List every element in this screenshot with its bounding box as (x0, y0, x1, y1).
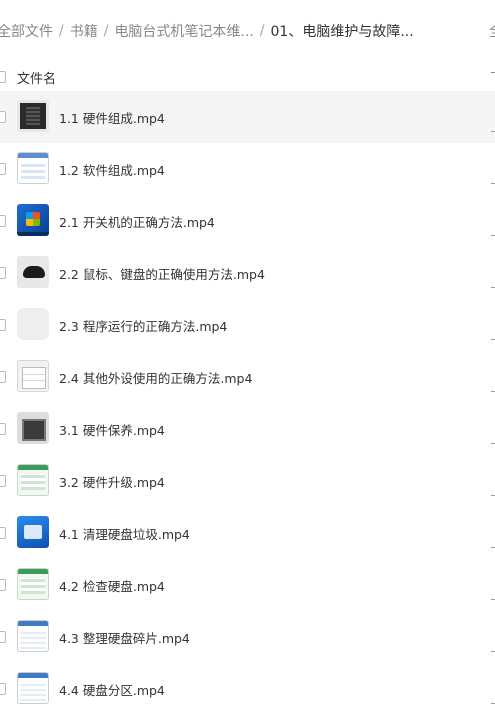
blue-desktop-thumbnail (17, 516, 49, 548)
file-row[interactable]: 4.4 硬盘分区.mp4 (0, 663, 495, 705)
row-divider (491, 131, 495, 132)
row-divider (491, 183, 495, 184)
file-name[interactable]: 4.3 整理硬盘碎片.mp4 (59, 628, 190, 647)
row-checkbox[interactable] (0, 111, 6, 123)
row-divider (491, 703, 495, 704)
breadcrumb-item-computer-repair[interactable]: 电脑台式机笔记本维... (114, 21, 253, 41)
file-list: 1.1 硬件组成.mp4 1.2 软件组成.mp4 2.1 开关机的正确方法.m… (0, 91, 495, 705)
row-checkbox[interactable] (0, 631, 6, 643)
file-row[interactable]: 4.2 检查硬盘.mp4 (0, 559, 495, 611)
file-row[interactable]: 2.4 其他外设使用的正确方法.mp4 (0, 351, 495, 403)
breadcrumb-separator: / (259, 23, 265, 39)
row-checkbox[interactable] (0, 527, 6, 539)
blank-thumbnail (17, 308, 49, 340)
breadcrumb-item-current-folder: 01、电脑维护与故障... (270, 24, 414, 40)
row-divider (491, 547, 495, 548)
row-checkbox[interactable] (0, 475, 6, 487)
row-checkbox[interactable] (0, 267, 6, 279)
hardware-thumbnail (17, 100, 49, 132)
file-name[interactable]: 3.2 硬件升级.mp4 (59, 472, 165, 491)
row-divider (491, 495, 495, 496)
list-header: 文件名 (0, 64, 495, 90)
row-divider (491, 391, 495, 392)
row-divider (491, 651, 495, 652)
breadcrumb: 全部文件 / 书籍 / 电脑台式机笔记本维... / 01、电脑维护与故障... (0, 18, 414, 44)
file-row[interactable]: 4.3 整理硬盘碎片.mp4 (0, 611, 495, 663)
file-name[interactable]: 4.2 检查硬盘.mp4 (59, 576, 165, 595)
breadcrumb-item-books[interactable]: 书籍 (70, 21, 98, 41)
row-divider (491, 287, 495, 288)
row-divider (491, 599, 495, 600)
file-row[interactable]: 2.3 程序运行的正确方法.mp4 (0, 299, 495, 351)
file-row[interactable]: 1.1 硬件组成.mp4 (0, 91, 495, 143)
breadcrumb-separator: / (59, 23, 64, 39)
row-checkbox[interactable] (0, 319, 6, 331)
column-divider (491, 72, 495, 73)
defrag-thumbnail (17, 620, 49, 652)
select-all-link[interactable]: 全 (489, 18, 495, 44)
row-checkbox[interactable] (0, 371, 6, 383)
row-divider (491, 235, 495, 236)
file-name[interactable]: 1.2 软件组成.mp4 (59, 160, 165, 179)
row-checkbox[interactable] (0, 163, 6, 175)
software-window-thumbnail (17, 152, 49, 184)
column-header-filename[interactable]: 文件名 (17, 68, 56, 87)
file-row[interactable]: 3.1 硬件保养.mp4 (0, 403, 495, 455)
file-row[interactable]: 2.2 鼠标、键盘的正确使用方法.mp4 (0, 247, 495, 299)
file-name[interactable]: 2.2 鼠标、键盘的正确使用方法.mp4 (59, 264, 265, 283)
disk-check-thumbnail (17, 568, 49, 600)
row-checkbox[interactable] (0, 423, 6, 435)
row-divider (491, 443, 495, 444)
row-checkbox[interactable] (0, 683, 6, 695)
hardware-care-thumbnail (17, 412, 49, 444)
windows7-desktop-thumbnail (17, 204, 49, 236)
breadcrumb-separator: / (103, 23, 109, 39)
upgrade-window-thumbnail (17, 464, 49, 496)
select-all-checkbox[interactable] (0, 71, 6, 83)
file-browser: 全部文件 / 书籍 / 电脑台式机笔记本维... / 01、电脑维护与故障...… (0, 0, 495, 705)
screenshot-thumbnail (17, 360, 49, 392)
partition-thumbnail (17, 672, 49, 704)
file-name[interactable]: 2.3 程序运行的正确方法.mp4 (59, 316, 227, 335)
file-name[interactable]: 2.4 其他外设使用的正确方法.mp4 (59, 368, 252, 387)
file-name[interactable]: 4.1 清理硬盘垃圾.mp4 (59, 524, 190, 543)
file-row[interactable]: 4.1 清理硬盘垃圾.mp4 (0, 507, 495, 559)
row-divider (491, 339, 495, 340)
file-name[interactable]: 4.4 硬盘分区.mp4 (59, 680, 165, 699)
file-row[interactable]: 1.2 软件组成.mp4 (0, 143, 495, 195)
row-checkbox[interactable] (0, 215, 6, 227)
file-name[interactable]: 1.1 硬件组成.mp4 (59, 108, 165, 127)
file-row[interactable]: 2.1 开关机的正确方法.mp4 (0, 195, 495, 247)
file-name[interactable]: 3.1 硬件保养.mp4 (59, 420, 165, 439)
breadcrumb-item-all-files[interactable]: 全部文件 (0, 21, 53, 41)
file-name[interactable]: 2.1 开关机的正确方法.mp4 (59, 212, 215, 231)
file-row[interactable]: 3.2 硬件升级.mp4 (0, 455, 495, 507)
row-checkbox[interactable] (0, 579, 6, 591)
mouse-thumbnail (17, 256, 49, 288)
